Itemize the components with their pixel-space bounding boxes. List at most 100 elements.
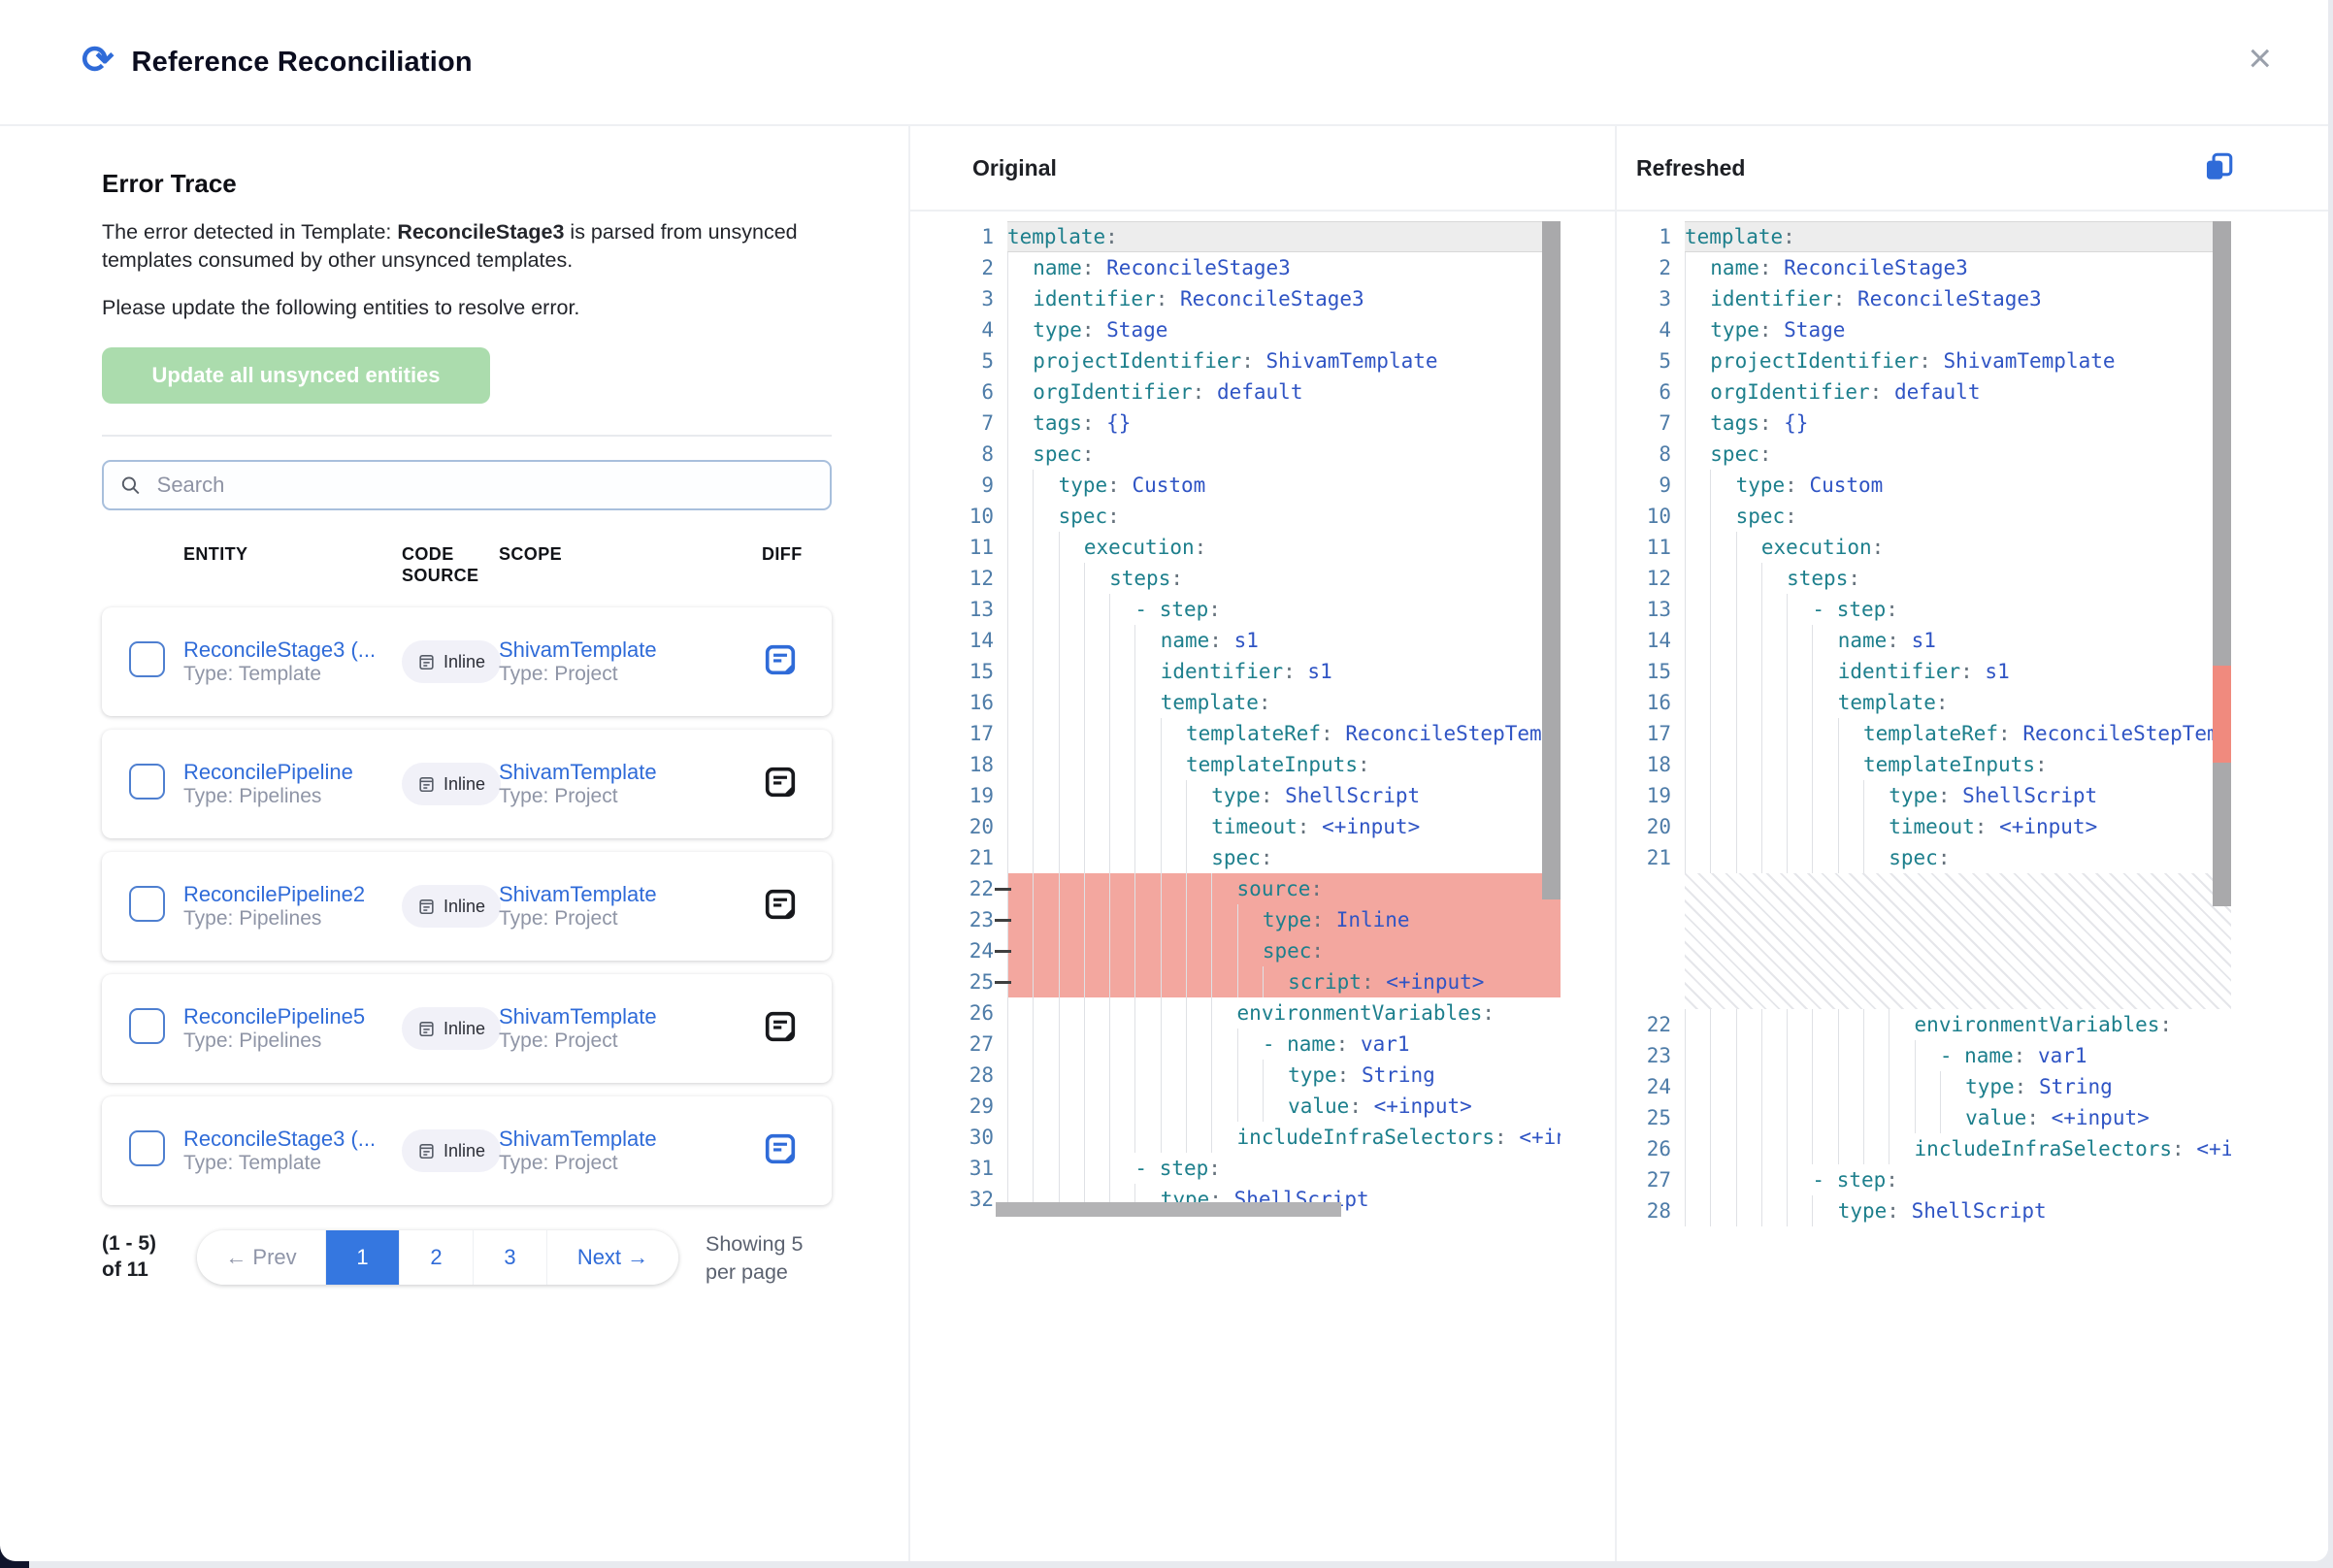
page-button-2[interactable]: 2 [399, 1230, 473, 1285]
code-line: 20timeout: <+input> [957, 811, 1561, 842]
code-line: 8spec: [957, 439, 1561, 470]
line-number: 9 [1634, 470, 1685, 501]
code-line: 25script: <+input> [957, 966, 1561, 997]
line-number: 3 [1634, 283, 1685, 314]
next-page-button[interactable]: Next → [546, 1230, 678, 1285]
table-row: ReconcileStage3 (... Type: Template Inli… [102, 607, 832, 716]
copy-icon[interactable] [2202, 150, 2235, 186]
entity-type: Type: Pipelines [183, 785, 321, 807]
code-line: 20timeout: <+input> [1634, 811, 2231, 842]
entity-type: Type: Template [183, 663, 321, 685]
code-line: 17templateRef: ReconcileStepTempl [1634, 718, 2231, 749]
yaml-file-icon [417, 1142, 436, 1160]
scope-link[interactable]: ShivamTemplate [499, 760, 762, 785]
scope-link[interactable]: ShivamTemplate [499, 882, 762, 907]
diff-note-icon [762, 1130, 799, 1167]
scope-link[interactable]: ShivamTemplate [499, 1004, 762, 1029]
entity-link[interactable]: ReconcileStage3 (... [183, 637, 402, 663]
code-line: 5projectIdentifier: ShivamTemplate [1634, 345, 2231, 376]
code-line: 18templateInputs: [1634, 749, 2231, 780]
removed-line-marker [995, 919, 1011, 922]
line-number: 1 [1634, 221, 1685, 252]
line-number: 13 [1634, 594, 1685, 625]
scope-type: Type: Project [499, 663, 618, 685]
row-checkbox[interactable] [129, 1130, 165, 1166]
inline-badge: Inline [402, 640, 501, 683]
pagination-showing: Showing 5 per page [706, 1230, 812, 1287]
line-number: 8 [957, 439, 1007, 470]
vertical-scrollbar[interactable] [1542, 221, 1561, 899]
code-line: 3identifier: ReconcileStage3 [957, 283, 1561, 314]
code-line: 28type: String [957, 1060, 1561, 1091]
diff-button[interactable] [762, 886, 799, 926]
line-number: 16 [1634, 687, 1685, 718]
code-line: 18templateInputs: [957, 749, 1561, 780]
diff-area: Original 1template:2name: ReconcileStage… [908, 126, 2328, 1561]
search-input[interactable] [155, 472, 814, 499]
diff-button[interactable] [762, 1130, 799, 1170]
close-icon[interactable]: × [2242, 37, 2278, 80]
page-button-3[interactable]: 3 [473, 1230, 546, 1285]
code-line: 19type: ShellScript [1634, 780, 2231, 811]
update-all-unsynced-button[interactable]: Update all unsynced entities [102, 347, 490, 404]
col-scope: SCOPE [499, 543, 762, 586]
code-line: 23- name: var1 [1634, 1040, 2231, 1071]
reference-reconciliation-dialog: ⟳ Reference Reconciliation × Error Trace… [0, 0, 2328, 1561]
original-column: Original 1template:2name: ReconcileStage… [910, 126, 1615, 1561]
entity-link[interactable]: ReconcilePipeline2 [183, 882, 402, 907]
line-number: 5 [1634, 345, 1685, 376]
code-line: 1template: [957, 221, 1561, 252]
code-line: 2name: ReconcileStage3 [1634, 252, 2231, 283]
horizontal-scrollbar[interactable] [996, 1202, 1341, 1217]
code-line: 5projectIdentifier: ShivamTemplate [957, 345, 1561, 376]
code-line: 10spec: [1634, 501, 2231, 532]
search-icon [119, 474, 142, 497]
code-line: 17templateRef: ReconcileStepTempl [957, 718, 1561, 749]
row-checkbox[interactable] [129, 1008, 165, 1044]
code-line: 15identifier: s1 [1634, 656, 2231, 687]
sync-icon: ⟳ [82, 41, 115, 80]
dialog-header: ⟳ Reference Reconciliation × [0, 0, 2328, 126]
code-line: 2name: ReconcileStage3 [957, 252, 1561, 283]
code-line: 21spec: [957, 842, 1561, 873]
code-line: 27- name: var1 [957, 1029, 1561, 1060]
line-number: 13 [957, 594, 1007, 625]
line-number: 8 [1634, 439, 1685, 470]
prev-page-button[interactable]: ← Prev [197, 1230, 325, 1285]
entity-link[interactable]: ReconcileStage3 (... [183, 1127, 402, 1152]
pagination: (1 - 5) of 11 ← Prev123Next → Showing 5 … [102, 1230, 832, 1287]
inline-badge-label: Inline [444, 652, 485, 672]
removed-line-marker [995, 981, 1011, 984]
row-checkbox[interactable] [129, 764, 165, 800]
error-instruction: Please update the following entities to … [102, 294, 832, 322]
original-header: Original [910, 126, 1615, 212]
scope-link[interactable]: ShivamTemplate [499, 1127, 762, 1152]
code-line: 1template: [1634, 221, 2231, 252]
diff-button[interactable] [762, 764, 799, 803]
vertical-scrollbar[interactable] [2213, 221, 2231, 906]
diff-button[interactable] [762, 1008, 799, 1048]
line-number: 19 [1634, 780, 1685, 811]
line-number: 1 [957, 221, 1007, 252]
page-button-1[interactable]: 1 [325, 1230, 399, 1285]
line-number: 31 [957, 1153, 1007, 1184]
line-number: 3 [957, 283, 1007, 314]
collapsed-removed-block [1685, 873, 2231, 1009]
col-entity: ENTITY [183, 543, 402, 586]
screen: ⟳ Reference Reconciliation × Error Trace… [0, 0, 2333, 1568]
entity-type: Type: Template [183, 1152, 321, 1174]
line-number: 28 [1634, 1195, 1685, 1226]
table-header: ENTITY CODE SOURCE SCOPE DIFF [102, 543, 832, 586]
code-line: 24type: String [1634, 1071, 2231, 1102]
entity-link[interactable]: ReconcilePipeline [183, 760, 402, 785]
pager: ← Prev123Next → [197, 1230, 678, 1285]
row-checkbox[interactable] [129, 886, 165, 922]
row-checkbox[interactable] [129, 641, 165, 677]
diff-button[interactable] [762, 641, 799, 681]
diff-note-icon [762, 886, 799, 923]
template-name-bold: ReconcileStage3 [397, 220, 564, 244]
entity-table-rows: ReconcileStage3 (... Type: Template Inli… [102, 607, 832, 1205]
entity-link[interactable]: ReconcilePipeline5 [183, 1004, 402, 1029]
code-line: 23type: Inline [957, 904, 1561, 935]
scope-link[interactable]: ShivamTemplate [499, 637, 762, 663]
